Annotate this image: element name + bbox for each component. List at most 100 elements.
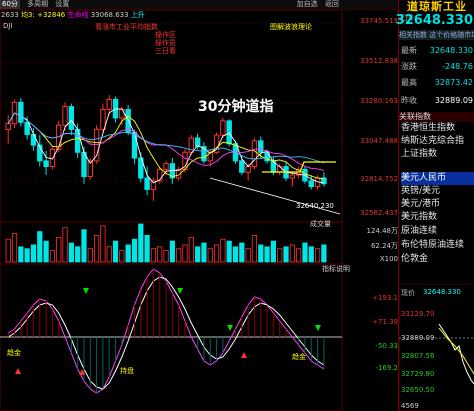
candle-body <box>289 174 296 179</box>
volume-bar <box>49 250 56 263</box>
tab-60min[interactable]: 60分 <box>0 0 20 9</box>
add-watchlist-button[interactable]: 加自选 <box>297 0 318 9</box>
volume-bar <box>176 248 182 263</box>
signal-label: 趋金 <box>292 353 306 361</box>
legend-ma1: 2633 <box>1 11 19 19</box>
volume-bar <box>213 244 220 263</box>
candle-body <box>68 106 75 130</box>
related-item-hsi[interactable]: 香港恒生指数 <box>401 122 474 135</box>
volume-bar <box>251 234 258 263</box>
price-chart-svg[interactable] <box>0 0 398 411</box>
volume-bar <box>68 242 74 263</box>
legend-ma2: 均3: +32846 <box>21 11 66 19</box>
volume-bar <box>138 223 144 263</box>
quote-label: 最新 <box>401 46 417 55</box>
candle-body <box>131 131 138 159</box>
mini-axis-label: 32889.09 <box>401 334 435 342</box>
quote-sidebar: 道琼斯工业 DJI 32648.330 相关指数 这个价格随市场流动 最新 32… <box>395 0 474 411</box>
volume-panel-title: 成交量 <box>310 220 331 228</box>
volume-bar <box>321 244 327 263</box>
related-item-dxy[interactable]: 美元指数 <box>401 211 474 224</box>
volume-bar <box>201 242 207 263</box>
quote-value: 32889.09 <box>434 96 473 105</box>
volume-bar <box>302 242 308 263</box>
volume-bar <box>182 244 188 263</box>
related-item-crude[interactable]: 原油连续 <box>401 225 474 238</box>
candle-body <box>106 98 112 110</box>
volume-bar <box>93 234 100 263</box>
volume-bar <box>119 250 125 263</box>
volume-bar <box>75 246 81 263</box>
volume-bar <box>220 238 226 263</box>
quote-row-high: 最高 32873.42 <box>401 76 473 90</box>
sidebar-title: 道琼斯工业 <box>407 0 467 13</box>
related-item-brent[interactable]: 布伦特原油连续 <box>401 239 474 252</box>
volume-bar <box>308 246 314 263</box>
mini-axis-label: 33129.70 <box>401 310 435 318</box>
volume-bar <box>258 244 264 263</box>
volume-bar <box>131 238 138 263</box>
price-axis-label: 33745.513 <box>360 17 398 25</box>
volume-bar <box>62 227 68 263</box>
related-index-header: 关联指数 <box>399 112 474 122</box>
candle-body <box>74 128 81 153</box>
volume-bar <box>226 240 232 263</box>
volume-bar <box>125 244 131 263</box>
volume-bar <box>87 248 93 263</box>
sell-signal-arrow <box>241 352 247 358</box>
candle-body <box>239 160 245 173</box>
quote-label: 涨跌 <box>401 62 417 71</box>
volume-bar <box>106 246 112 263</box>
volume-bar <box>157 246 163 263</box>
sell-signal-arrow <box>15 368 21 374</box>
volume-bar <box>5 238 11 263</box>
related-item-sse[interactable]: 上证指数 <box>401 148 474 161</box>
quote-value: 32873.42 <box>434 78 473 87</box>
related-item-gbpusd[interactable]: 英镑/美元 <box>401 185 474 198</box>
volume-bar <box>163 250 169 263</box>
volume-bar <box>43 240 49 263</box>
candle-body <box>62 106 68 126</box>
volume-bar <box>296 248 302 263</box>
volume-bar <box>81 229 87 263</box>
chart-overlay-title: 30分钟道指 <box>198 99 274 115</box>
back-button[interactable]: 返回 <box>325 0 339 9</box>
volume-bar <box>169 240 175 263</box>
sidebar-price: 32648.330 <box>395 13 473 28</box>
volume-axis-label: 62.24万 <box>370 242 398 250</box>
related-item-gold[interactable]: 伦敦金 <box>401 253 474 266</box>
legend-trend: 上升 <box>130 11 145 19</box>
tab-multi-period[interactable]: 多周期 <box>27 0 48 9</box>
related-item-usdcny[interactable]: 美元人民币 <box>401 172 474 185</box>
moving-average-line <box>7 112 325 164</box>
volume-bar <box>24 248 30 263</box>
mini-axis-label: 32650.50 <box>401 386 435 394</box>
related-item-usdhkd[interactable]: 美元/港币 <box>401 198 474 211</box>
y-axis-column: 33745.513 33512.838 33280.163 33047.488 … <box>342 0 398 411</box>
price-axis-label: 32582.437 <box>360 209 398 217</box>
tab-settings[interactable]: 设置 <box>55 0 69 9</box>
volume-bar <box>37 231 43 263</box>
volume-bar <box>112 240 119 263</box>
volume-bar <box>144 234 150 263</box>
candle-body <box>251 140 258 168</box>
legend-lifeline: 生命线 <box>67 11 89 19</box>
price-axis-label: 33280.163 <box>360 97 398 105</box>
candle-body <box>220 120 226 136</box>
indicator-name: 看涨市工业平均指数 <box>95 23 158 31</box>
indicator-3day: 三日看 <box>155 47 176 55</box>
volume-bar <box>195 246 201 263</box>
buy-signal-arrow <box>83 288 89 294</box>
volume-axis-unit: X100 <box>379 255 398 263</box>
osc-axis-label: -50.33 <box>375 342 398 350</box>
volume-bar <box>264 246 270 263</box>
candle-body <box>144 177 150 190</box>
buy-signal-arrow <box>315 325 321 331</box>
buy-signal-arrow <box>177 288 183 294</box>
related-item-nasdaq[interactable]: 纳斯达克综合指 <box>401 135 474 148</box>
volume-bar <box>30 244 37 263</box>
volume-bar <box>232 246 239 263</box>
wave-theory-label: 图解波浪理论 <box>270 23 312 31</box>
legend-value: 33068.633 <box>90 11 129 19</box>
candle-body <box>100 108 106 130</box>
